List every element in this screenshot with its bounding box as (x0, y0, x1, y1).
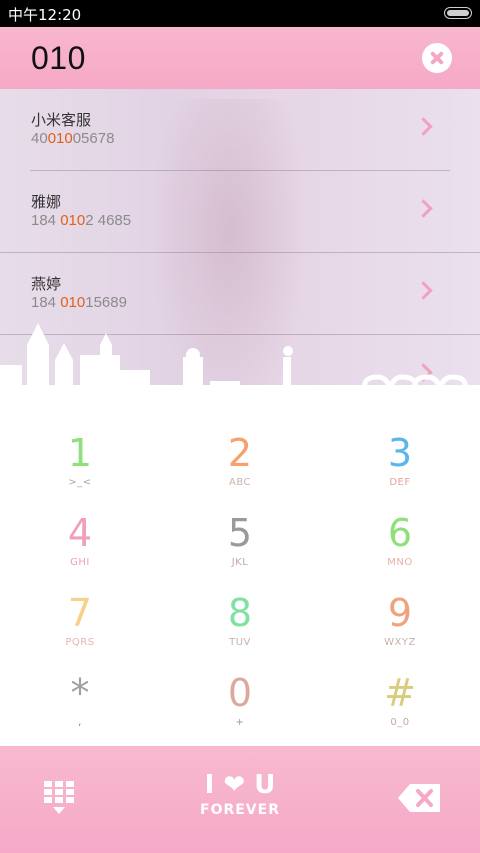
key-digit: 4 (67, 511, 93, 555)
clear-number-button[interactable] (422, 43, 452, 73)
key-digit: 1 (67, 431, 93, 475)
contact-row[interactable]: 小米客服 4001005678 (0, 89, 480, 171)
key-letters: WXYZ (384, 637, 416, 648)
brand-line2: FOREVER (200, 802, 280, 818)
key-3[interactable]: 3 DEF (320, 415, 480, 495)
love-forever-logo: I ❤ U FOREVER (190, 770, 290, 818)
contact-name: 雅娜 (31, 193, 62, 211)
key-letters: TUV (229, 637, 251, 648)
key-digit: # (384, 671, 416, 715)
contact-number: 184 0102 4685 (31, 212, 132, 229)
key-9[interactable]: 9 WXYZ (320, 575, 480, 655)
key-digit: * (70, 671, 90, 715)
contact-number: 4001005678 (31, 130, 115, 147)
key-5[interactable]: 5 JKL (160, 495, 320, 575)
brand-line1: I ❤ U (204, 770, 276, 800)
castle-skyline-illustration (0, 323, 480, 415)
key-hash[interactable]: #0_0 (320, 655, 480, 735)
key-4[interactable]: 4 GHI (0, 495, 160, 575)
status-bar: 中午12:20 (0, 0, 480, 27)
key-letters: 0_0 (390, 717, 410, 728)
chevron-right-icon[interactable] (414, 199, 433, 218)
key-letters: ABC (228, 477, 251, 488)
key-7[interactable]: 7 PQRS (0, 575, 160, 655)
chevron-right-icon[interactable] (414, 281, 433, 300)
key-digit: 7 (67, 591, 93, 635)
dialed-number: 010 (31, 40, 86, 76)
contact-number: 184 01015689 (31, 294, 127, 311)
contact-name: 燕婷 (31, 275, 62, 293)
dialer-header: 010 (0, 27, 480, 89)
contact-name: 小米客服 (31, 111, 92, 129)
dialpad-icon[interactable] (44, 781, 74, 815)
key-star[interactable]: *, (0, 655, 160, 735)
key-letters: >_< (68, 477, 92, 488)
battery-icon (444, 7, 472, 19)
key-letters: GHI (70, 557, 90, 568)
chevron-right-icon[interactable] (414, 117, 433, 136)
status-time: 中午12:20 (8, 6, 82, 24)
key-digit: 3 (387, 431, 413, 475)
key-letters: MNO (387, 557, 413, 568)
key-digit: 9 (387, 591, 413, 635)
key-digit: 6 (387, 511, 413, 555)
key-letters: + (235, 717, 245, 728)
key-2[interactable]: 2 ABC (160, 415, 320, 495)
key-digit: 0 (227, 671, 253, 715)
key-letters: , (78, 717, 82, 728)
key-digit: 5 (227, 511, 253, 555)
bottom-action-bar: I ❤ U FOREVER (0, 746, 480, 853)
dial-keypad: 1 >_< 2 ABC 3 DEF 4 GHI 5 JKL 6 MNO 7 PQRS 8 TUV… (0, 415, 480, 746)
key-letters: PQRS (65, 637, 95, 648)
search-results-list: 小米客服 4001005678 雅娜 184 0102 4685 燕婷 184 … (0, 89, 480, 415)
key-letters: DEF (389, 477, 411, 488)
backspace-icon[interactable] (398, 784, 440, 812)
key-digit: 2 (227, 431, 253, 475)
key-0[interactable]: 0 + (160, 655, 320, 735)
contact-row[interactable]: 雅娜 184 0102 4685 (0, 171, 480, 253)
key-1[interactable]: 1 >_< (0, 415, 160, 495)
key-8[interactable]: 8 TUV (160, 575, 320, 655)
key-6[interactable]: 6 MNO (320, 495, 480, 575)
key-letters: JKL (231, 557, 249, 568)
key-digit: 8 (227, 591, 253, 635)
